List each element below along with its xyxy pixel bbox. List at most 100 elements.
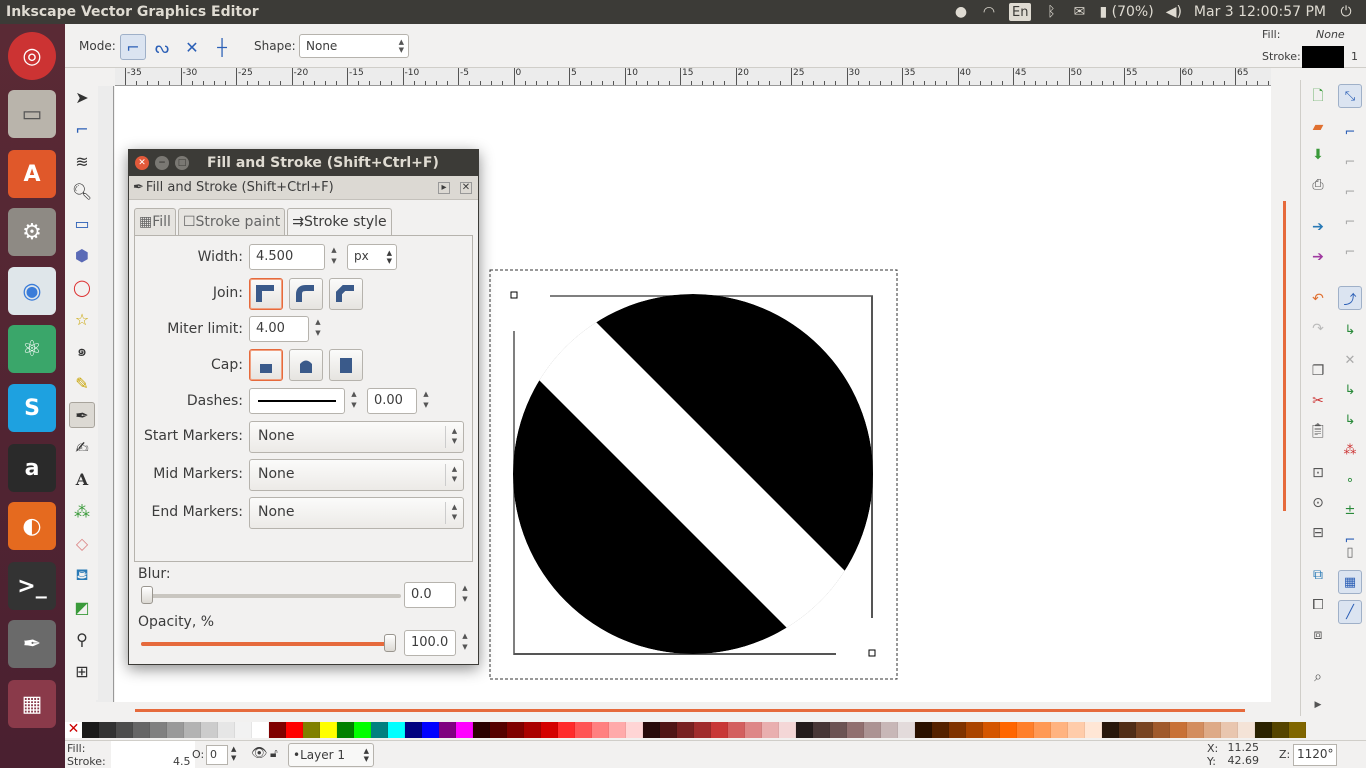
spiral-tool-icon[interactable]: ๑ (69, 338, 95, 364)
opacity-slider-track[interactable] (141, 642, 393, 646)
palette-swatch[interactable] (558, 722, 575, 738)
butt-cap-icon[interactable] (249, 349, 283, 381)
palette-swatch[interactable] (99, 722, 116, 738)
palette-swatch[interactable] (456, 722, 473, 738)
palette-swatch[interactable] (1136, 722, 1153, 738)
connector-tool-icon[interactable]: ⊞ (69, 658, 95, 684)
eraser-tool-icon[interactable]: ◇ (69, 530, 95, 556)
wifi-icon[interactable]: ◠ (981, 3, 997, 21)
dropper-tool-icon[interactable]: ⚲ (69, 626, 95, 652)
palette-swatch[interactable] (949, 722, 966, 738)
palette-swatch[interactable] (932, 722, 949, 738)
snap-midpoints-icon[interactable]: ⁂ (1338, 438, 1362, 462)
skype-icon[interactable]: S (8, 384, 56, 432)
minimize-icon[interactable]: − (155, 156, 169, 170)
palette-swatch[interactable] (728, 722, 745, 738)
dropbox-icon[interactable]: ● (953, 3, 969, 21)
blur-slider-track[interactable] (143, 594, 401, 598)
style-indicator[interactable]: Fill: None Stroke: 1 (1254, 24, 1366, 68)
palette-swatch[interactable] (184, 722, 201, 738)
palette-swatch[interactable] (1119, 722, 1136, 738)
end-markers-select[interactable]: None ▲ ▼ (249, 497, 464, 529)
palette-swatch[interactable] (303, 722, 320, 738)
palette-swatch[interactable] (1034, 722, 1051, 738)
palette-swatch[interactable] (1255, 722, 1272, 738)
inkscape-icon[interactable]: ✒ (8, 620, 56, 668)
snap-page-border-icon[interactable]: ▯ (1338, 540, 1362, 564)
calligraphy-tool-icon[interactable]: ✍ (69, 434, 95, 460)
palette-swatch[interactable] (1102, 722, 1119, 738)
palette-swatch[interactable] (694, 722, 711, 738)
redo-icon[interactable]: ↷ (1307, 318, 1329, 340)
square-cap-icon[interactable] (329, 349, 363, 381)
miter-spin-icon[interactable]: ▲ ▼ (310, 317, 326, 341)
palette-swatch[interactable] (643, 722, 660, 738)
tab-fill[interactable]: ▦Fill (134, 208, 176, 236)
palette-swatch[interactable] (252, 722, 269, 738)
mail-icon[interactable]: ✉ (1071, 3, 1087, 21)
xml-editor-icon[interactable]: ⌕ (1307, 666, 1329, 688)
palette-swatch[interactable] (1289, 722, 1306, 738)
palette-swatch[interactable] (218, 722, 235, 738)
palette-swatch[interactable] (796, 722, 813, 738)
maximize-icon[interactable]: □ (175, 156, 189, 170)
palette-swatch[interactable] (1170, 722, 1187, 738)
opacity-o-input[interactable]: 0 (206, 745, 228, 765)
palette-swatch[interactable] (1068, 722, 1085, 738)
palette-swatch[interactable] (1000, 722, 1017, 738)
new-document-icon[interactable]: 🗋 (1307, 86, 1329, 108)
workspace-switcher-icon[interactable]: ▦ (8, 680, 56, 728)
node-tool-icon[interactable]: ⌐ (69, 116, 95, 142)
mid-markers-select[interactable]: None ▲ ▼ (249, 459, 464, 491)
palette-swatch[interactable] (711, 722, 728, 738)
opacity-slider-knob[interactable] (384, 634, 396, 652)
miter-join-icon[interactable] (249, 278, 283, 310)
tab-stroke-style[interactable]: ⇉Stroke style (287, 208, 392, 237)
zoom-selection-icon[interactable]: ⊡ (1307, 462, 1329, 484)
snap-rotation-centers-icon[interactable]: ± (1338, 498, 1362, 522)
palette-swatch[interactable] (541, 722, 558, 738)
palette-swatch[interactable] (201, 722, 218, 738)
atom-icon[interactable]: ⚛ (8, 325, 56, 373)
vertical-scrollbar[interactable] (1271, 86, 1299, 702)
dash-pattern-select[interactable]: ▲ ▼ (249, 388, 357, 414)
palette-swatch[interactable] (847, 722, 864, 738)
horizontal-scroll-thumb[interactable] (135, 709, 1245, 712)
visibility-eye-icon[interactable]: 👁︎ (251, 746, 268, 761)
horizontal-scrollbar[interactable] (115, 702, 1271, 720)
clone-icon[interactable]: ⧠ (1307, 594, 1329, 616)
snap-guides-icon[interactable]: ╱ (1338, 600, 1362, 624)
palette-swatch[interactable] (1051, 722, 1068, 738)
snap-bbox-icon[interactable]: ⌐ (1338, 120, 1362, 144)
tab-stroke-paint[interactable]: ☐Stroke paint (177, 208, 286, 236)
snap-bbox-corners-icon[interactable]: ⌐ (1338, 180, 1362, 204)
pen-tool-icon[interactable]: ✒ (69, 402, 95, 428)
palette-swatch[interactable] (915, 722, 932, 738)
miter-limit-input[interactable]: 4.00 ▲ ▼ (249, 316, 321, 342)
keyboard-language-indicator[interactable]: En (1009, 3, 1032, 21)
spiro-mode-icon[interactable]: ᔓ (149, 34, 175, 60)
palette-swatch[interactable] (1272, 722, 1289, 738)
palette-swatch[interactable] (1204, 722, 1221, 738)
snap-enable-icon[interactable]: ⤡ (1338, 84, 1362, 108)
dock-toggle-icon[interactable]: ▸ (438, 181, 450, 194)
palette-swatch[interactable] (1238, 722, 1255, 738)
palette-swatch[interactable] (371, 722, 388, 738)
node-handle[interactable] (868, 649, 876, 657)
palette-swatch[interactable] (235, 722, 252, 738)
no-paint-swatch[interactable]: ✕ (65, 722, 82, 738)
snap-cusp-nodes-icon[interactable]: ↳ (1338, 378, 1362, 402)
dock-close-icon[interactable]: ✕ (460, 181, 472, 194)
bezier-mode-icon[interactable]: ⌐ (120, 34, 146, 60)
palette-swatch[interactable] (405, 722, 422, 738)
opacity-input[interactable]: 100.0 ▲ ▼ (404, 630, 468, 656)
more-commands-arrow-icon[interactable]: ▶ (1307, 694, 1329, 716)
blur-spin-icon[interactable]: ▲ ▼ (457, 583, 473, 607)
round-cap-icon[interactable] (289, 349, 323, 381)
bluetooth-icon[interactable]: ᛒ (1043, 3, 1059, 21)
3d-box-tool-icon[interactable]: ⬢ (69, 242, 95, 268)
bevel-join-icon[interactable] (329, 278, 363, 310)
palette-swatch[interactable] (473, 722, 490, 738)
dash-offset-input[interactable]: 0.00 ▲ ▼ (367, 388, 429, 414)
palette-swatch[interactable] (677, 722, 694, 738)
